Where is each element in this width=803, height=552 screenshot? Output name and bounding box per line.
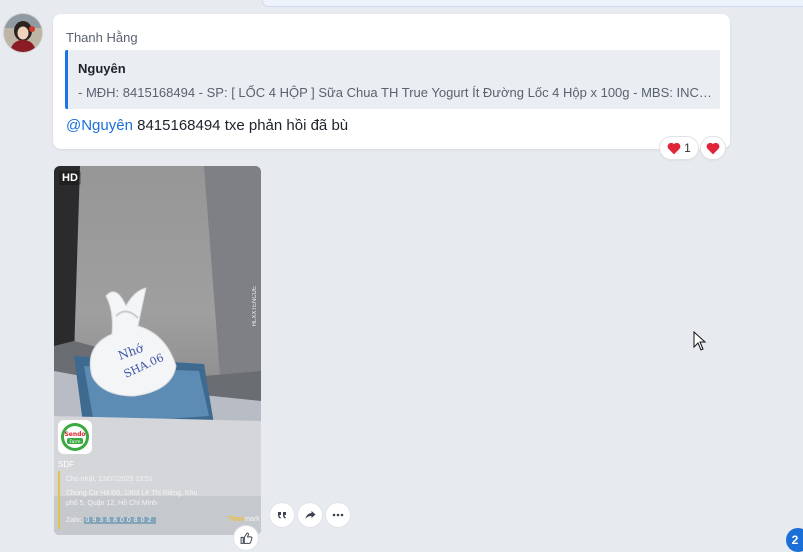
like-icon [240,532,252,544]
brand-prefix: Time [228,516,245,523]
more-icon [332,513,344,517]
zalo-number: 0936800802 [83,517,157,524]
watermark-info: Chủ nhật, 13/07/2025 13:51 Chung Cư Hà Đ… [58,471,216,529]
watermark-side-code: HLXXTENCUE [252,286,258,327]
reaction-summary[interactable]: 1 [660,137,698,159]
hd-badge: HD [59,171,81,185]
logo-text-2: Farm [69,439,80,445]
quote-icon [278,512,286,519]
like-button[interactable] [234,526,258,550]
share-button[interactable] [298,503,322,527]
reply-button[interactable] [270,503,294,527]
quoted-text: - MĐH: 8415168494 - SP: [ LỐC 4 HỘP ] Sữ… [78,85,714,100]
brand-suffix: mark [244,516,260,523]
more-button[interactable] [326,503,350,527]
previous-message-edge [262,0,803,7]
watermark-date: Chủ nhật, 13/07/2025 13:51 [66,476,153,483]
watermark-brand: Timemark [228,516,260,523]
reaction-count: 1 [684,141,691,155]
watermark-address: Chung Cư Hà Đô, 1303 Lê Thị Riêng, Khu p… [66,490,198,507]
avatar[interactable] [4,14,42,52]
react-button[interactable] [701,137,725,159]
mention-link[interactable]: @Nguyên [66,117,133,134]
message-body: 8415168494 txe phản hồi đã bù [132,117,349,134]
quoted-message[interactable]: Nguyên - MĐH: 8415168494 - SP: [ LỐC 4 H… [65,50,720,109]
message-text: @Nguyên 8415168494 txe phản hồi đã bù [66,117,348,134]
logo-text-1: Sendo [64,431,85,438]
sender-name: Thanh Hằng [66,30,138,45]
quoted-author: Nguyên [78,61,126,76]
unread-badge[interactable]: 2 [786,528,803,552]
share-icon [305,511,315,519]
watermark-label: SDF [58,460,74,469]
image-attachment[interactable]: Nhớ SHA.06 HD HLXXTENCUE Sendo Farm SDF … [54,166,261,535]
watermark-zalo: Zalo: 0936800802 [66,516,157,526]
zalo-label: Zalo: [66,517,82,524]
message-bubble[interactable]: Thanh Hằng Nguyên - MĐH: 8415168494 - SP… [53,14,730,149]
heart-icon [706,142,720,154]
cursor [693,331,707,351]
watermark-logo: Sendo Farm [58,420,92,454]
heart-icon [667,142,681,154]
